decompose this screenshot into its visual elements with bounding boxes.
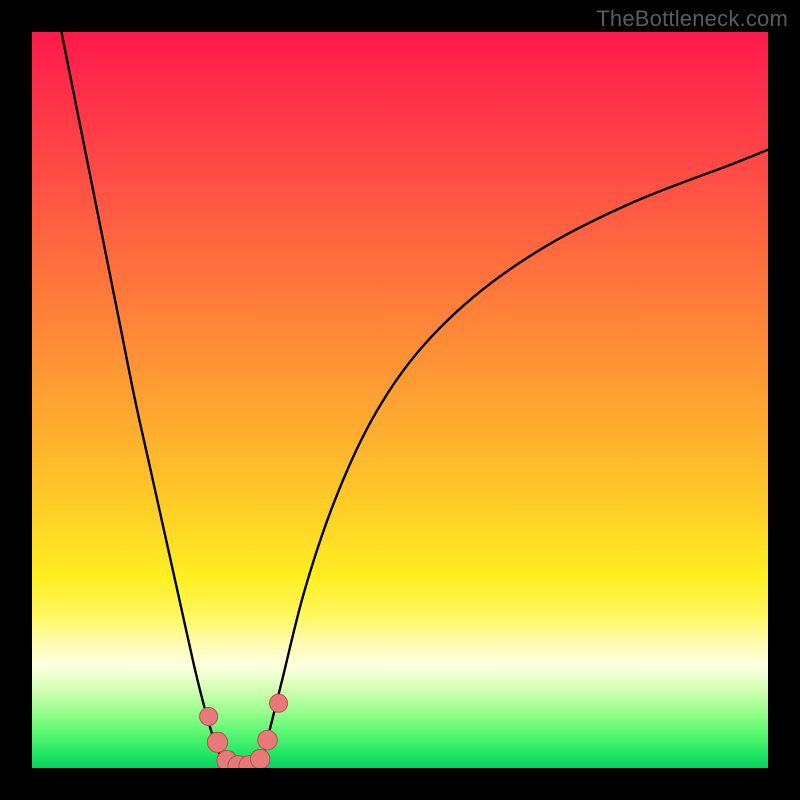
pick-dot [250,749,270,768]
plot-area [32,32,768,768]
highlighted-points [200,694,288,768]
watermark-text: TheBottleneck.com [596,6,788,32]
chart-frame: TheBottleneck.com [0,0,800,800]
curve-left-branch [61,32,227,768]
curve-layer [32,32,768,768]
pick-dot [207,732,227,752]
pick-dot [200,707,218,725]
pick-dot [258,730,278,750]
curve-right-branch [260,150,768,768]
pick-dot [270,694,288,712]
